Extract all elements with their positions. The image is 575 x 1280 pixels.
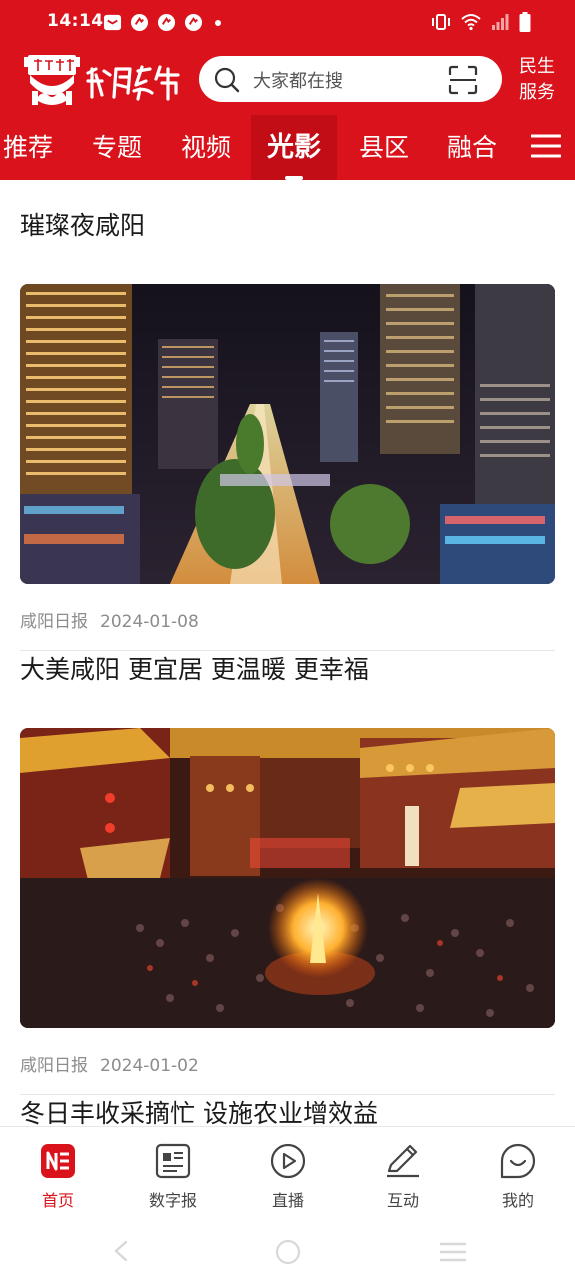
article-feed: 璀璨夜咸阳 咸阳日报 2024-01-08 大美咸阳 更宜居 更温暖 更幸福 咸… <box>0 180 575 1126</box>
article-date: 2024-01-02 <box>100 1056 199 1076</box>
status-bar: 14:14 <box>0 0 575 46</box>
tab-label: 视频 <box>180 133 231 162</box>
search-icon <box>214 67 240 93</box>
nav-label: 互动 <box>386 1191 419 1210</box>
home-news-icon <box>41 1144 75 1178</box>
tab-integration[interactable]: 融合 <box>443 115 501 180</box>
xianyang-fabu-logo-icon <box>24 55 180 105</box>
tab-label: 光影 <box>267 132 321 163</box>
nav-label: 直播 <box>271 1191 304 1210</box>
app-header: 14:14 大家都在搜 民生 服务 推荐 专题 视频 光影 县区 融合 <box>0 0 575 180</box>
newspaper-icon <box>155 1143 191 1179</box>
channel-tabs: 推荐 专题 视频 光影 县区 融合 <box>0 115 575 180</box>
tab-light-and-shadow[interactable]: 光影 <box>251 115 337 180</box>
search-bar[interactable]: 大家都在搜 <box>199 56 502 102</box>
system-navigation-bar <box>0 1216 575 1280</box>
play-icon <box>270 1143 306 1179</box>
tab-label: 推荐 <box>2 133 53 162</box>
vibrate-icon <box>432 14 450 30</box>
tab-topics[interactable]: 专题 <box>88 115 146 180</box>
tab-label: 县区 <box>358 133 409 162</box>
nav-home[interactable]: 首页 <box>13 1141 103 1211</box>
nav-label: 数字报 <box>148 1191 197 1210</box>
more-notifications-dot-icon <box>215 19 221 26</box>
nav-label: 首页 <box>41 1191 74 1210</box>
service-label-line1: 民生 <box>519 56 555 77</box>
home-circle-icon[interactable] <box>275 1239 301 1265</box>
tab-video[interactable]: 视频 <box>177 115 235 180</box>
article-meta: 咸阳日报 2024-01-08 <box>20 607 199 632</box>
app-logo[interactable] <box>22 53 182 109</box>
article-source: 咸阳日报 <box>20 1056 88 1076</box>
bottom-navigation: 首页 数字报 直播 互动 我的 <box>0 1126 575 1217</box>
mail-notification-icon <box>103 14 122 31</box>
smile-face-icon <box>500 1143 536 1179</box>
article-image <box>20 284 555 584</box>
tab-recommend[interactable]: 推荐 <box>0 115 56 180</box>
article-title: 璀璨夜咸阳 <box>20 211 146 240</box>
system-status-icons <box>431 12 531 32</box>
nav-mine[interactable]: 我的 <box>473 1141 563 1211</box>
app-notification-icon <box>184 13 203 32</box>
tab-label: 融合 <box>446 133 497 162</box>
nav-live[interactable]: 直播 <box>243 1141 333 1211</box>
channel-menu-icon[interactable] <box>531 133 561 159</box>
article-title: 大美咸阳 更宜居 更温暖 更幸福 <box>20 655 369 684</box>
search-placeholder: 大家都在搜 <box>253 71 343 92</box>
article-source: 咸阳日报 <box>20 612 88 632</box>
battery-icon <box>519 12 531 32</box>
article-image <box>20 728 555 1028</box>
article-card[interactable]: 冬日丰收采摘忙 设施农业增效益 <box>20 1094 555 1126</box>
nav-interact[interactable]: 互动 <box>358 1141 448 1211</box>
article-card[interactable]: 大美咸阳 更宜居 更温暖 更幸福 咸阳日报 2024-01-02 <box>20 650 555 1096</box>
city-night-aerial-photo[interactable] <box>20 284 555 584</box>
scan-icon[interactable] <box>448 65 478 95</box>
recent-apps-icon[interactable] <box>440 1242 466 1262</box>
service-label-line2: 服务 <box>519 82 555 103</box>
status-time: 14:14 <box>47 11 104 31</box>
signal-icon <box>492 14 509 30</box>
tab-label: 专题 <box>91 133 142 162</box>
wifi-icon <box>461 14 481 31</box>
people-service-button[interactable]: 民生 服务 <box>515 54 559 106</box>
night-market-bonfire-crowd-photo[interactable] <box>20 728 555 1028</box>
nav-digital-paper[interactable]: 数字报 <box>128 1141 218 1211</box>
app-notification-icon <box>157 13 176 32</box>
notification-icons <box>103 13 221 32</box>
article-title: 冬日丰收采摘忙 设施农业增效益 <box>20 1099 378 1126</box>
nav-label: 我的 <box>501 1191 534 1210</box>
tab-counties[interactable]: 县区 <box>355 115 413 180</box>
article-date: 2024-01-08 <box>100 612 199 632</box>
back-icon[interactable] <box>112 1240 130 1262</box>
app-notification-icon <box>130 13 149 32</box>
article-meta: 咸阳日报 2024-01-02 <box>20 1051 199 1076</box>
pen-icon <box>387 1144 419 1178</box>
article-card[interactable]: 璀璨夜咸阳 咸阳日报 2024-01-08 <box>20 206 555 652</box>
